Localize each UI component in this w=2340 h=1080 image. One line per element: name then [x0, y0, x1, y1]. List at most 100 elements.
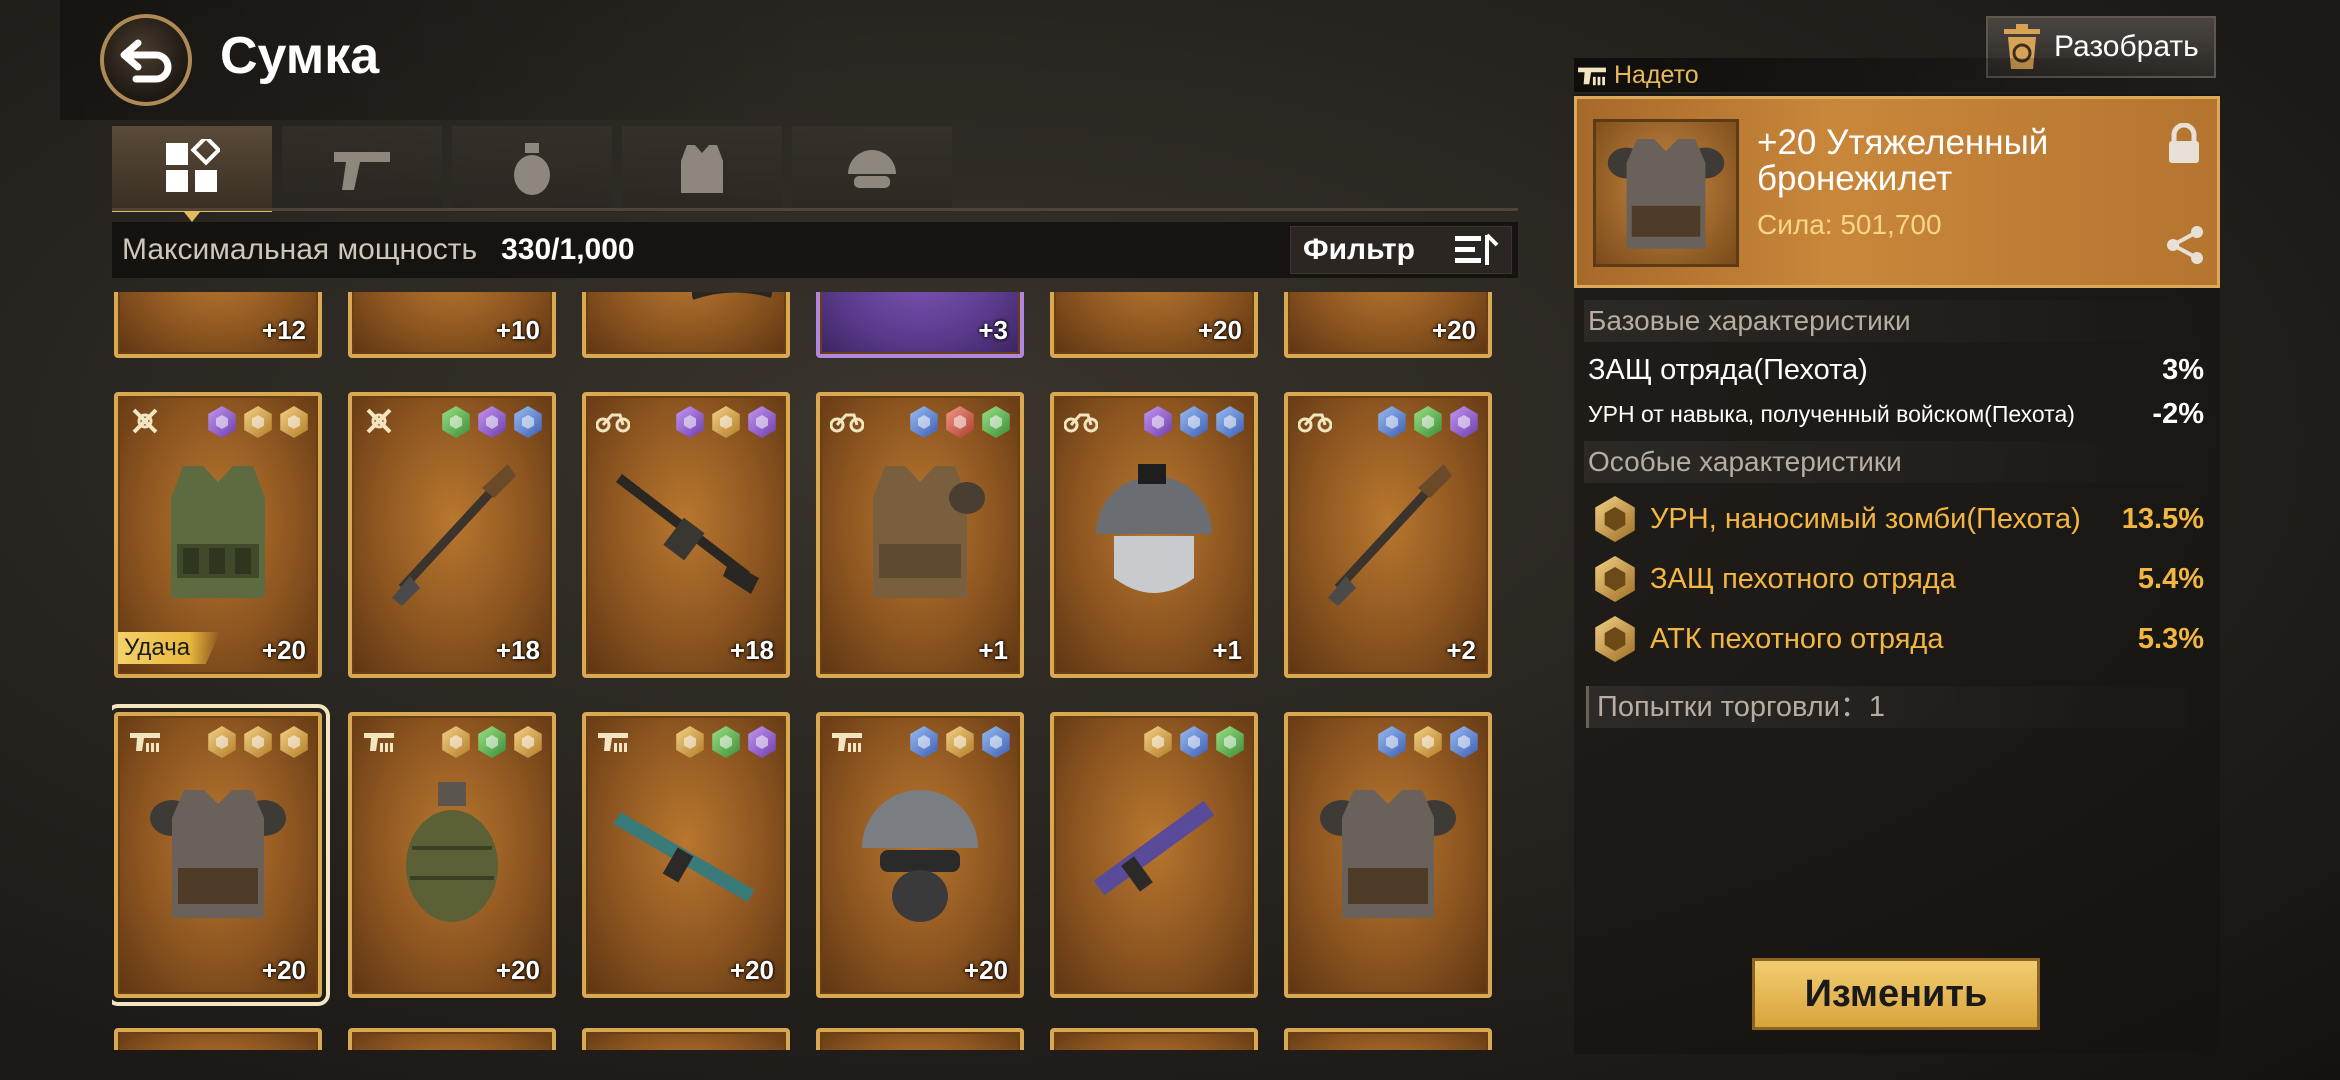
gem-slots [670, 406, 778, 438]
gem-slots [1138, 406, 1246, 438]
gem-icon [748, 406, 776, 438]
gem-icon [1180, 726, 1208, 758]
motorcycle-icon [1298, 406, 1332, 436]
item-level: +18 [495, 635, 540, 665]
rocket-launcher-image [1312, 448, 1464, 618]
gem-icon [1414, 406, 1442, 438]
body-armor-image [142, 768, 294, 938]
equipped-tag: Надето [1574, 58, 2214, 92]
inventory-card[interactable] [582, 292, 790, 358]
gem-slots [904, 406, 1012, 438]
filter-button[interactable]: Фильтр [1290, 226, 1512, 274]
inventory-card-helmet[interactable]: +1 [1050, 392, 1258, 678]
special-stats-heading: Особые характеристики [1584, 441, 2214, 483]
inventory-card[interactable] [816, 1028, 1024, 1050]
item-level: +20 [261, 635, 306, 665]
gem-icon [982, 406, 1010, 438]
filter-label: Фильтр [1303, 233, 1415, 266]
gem-slots [1138, 726, 1246, 758]
item-level: +20 [729, 955, 774, 985]
pistol-icon [334, 152, 390, 190]
inventory-card-assault-rifle[interactable]: +20 [582, 712, 790, 998]
item-level: +20 [1431, 315, 1476, 345]
equipped-label: Надето [1614, 60, 1699, 89]
infantry-icon [830, 726, 864, 756]
stat-name: УРН от навыка, полученный войском(Пехота… [1588, 400, 2075, 427]
inventory-card-body-armor-selected[interactable]: +20 [112, 704, 330, 1006]
gem-icon [442, 726, 470, 758]
stat-name: АТК пехотного отряда [1650, 622, 1944, 655]
gem-icon [1450, 406, 1478, 438]
tab-grenades[interactable] [452, 126, 612, 212]
inventory-card[interactable] [1284, 1028, 1492, 1050]
body-armor-image [844, 448, 996, 618]
heavy-rifle-image [610, 448, 762, 618]
inventory-card[interactable]: +20 [1284, 292, 1492, 358]
tab-weapons[interactable] [282, 126, 442, 212]
rocket-launcher-image [376, 448, 528, 618]
item-level: +20 [963, 955, 1008, 985]
item-level: +18 [729, 635, 774, 665]
gem-slots [670, 726, 778, 758]
lock-icon[interactable] [2165, 122, 2203, 170]
inventory-card-rocket-launcher[interactable]: +18 [348, 392, 556, 678]
trade-attempts: Попытки торговли：1 [1586, 686, 2206, 728]
vest-icon [681, 145, 723, 193]
helmet-image [1078, 448, 1230, 618]
inventory-card[interactable]: +20 [1050, 292, 1258, 358]
stat-name: УРН, наносимый зомби(Пехота) [1650, 502, 2081, 535]
item-level: +10 [495, 315, 540, 345]
stat-value: -2% [2152, 397, 2204, 430]
inventory-card-rocket-launcher[interactable]: +2 [1284, 392, 1492, 678]
gem-slots [436, 406, 544, 438]
special-stat-row: УРН, наносимый зомби(Пехота) 13.5% [1592, 492, 2204, 546]
inventory-card-smg[interactable] [1050, 712, 1258, 998]
gem-slots [202, 726, 310, 758]
inventory-card-heavy-rifle[interactable]: +18 [582, 392, 790, 678]
gem-icon [1144, 726, 1172, 758]
share-icon[interactable] [2163, 224, 2207, 271]
equipped-item-card: +20 Утяжеленный бронежилет Сила: 501,700 [1574, 96, 2220, 288]
gem-icon [442, 406, 470, 438]
motorcycle-icon [1064, 406, 1098, 436]
inventory-card-helmet[interactable]: +20 [816, 712, 1024, 998]
change-button[interactable]: Изменить [1752, 958, 2040, 1030]
tab-all[interactable] [112, 126, 272, 222]
inventory-card[interactable] [348, 1028, 556, 1050]
inventory-card[interactable] [1050, 1028, 1258, 1050]
stat-value: 3% [2162, 353, 2204, 386]
max-power-value: 330/1,000 [501, 233, 635, 266]
tab-helmets[interactable] [792, 126, 952, 212]
inventory-card[interactable]: +10 [348, 292, 556, 358]
inventory-card[interactable]: +12 [114, 292, 322, 358]
inventory-card-body-armor[interactable]: Удача +20 [114, 392, 322, 678]
gem-icon [712, 406, 740, 438]
infantry-icon [596, 726, 630, 756]
gem-icon [1216, 406, 1244, 438]
infantry-icon [1578, 67, 1606, 86]
gem-slots [1372, 726, 1480, 758]
item-level: +3 [978, 315, 1008, 345]
stat-value: 13.5% [2121, 502, 2204, 535]
gem-slots [436, 726, 544, 758]
item-level: +1 [1212, 635, 1242, 665]
base-stat-row: УРН от навыка, полученный войском(Пехота… [1588, 396, 2204, 432]
gem-icon [514, 726, 542, 758]
gem-icon [1378, 406, 1406, 438]
inventory-card-body-armor[interactable]: +1 [816, 392, 1024, 678]
inventory-card[interactable] [114, 1028, 322, 1050]
motorcycle-icon [596, 406, 630, 436]
page-title: Сумка [220, 27, 380, 85]
inventory-card-body-armor[interactable] [1284, 712, 1492, 998]
gem-icon [982, 726, 1010, 758]
back-button[interactable] [100, 14, 192, 106]
tab-armor[interactable] [622, 126, 782, 212]
gem-icon [1180, 406, 1208, 438]
gem-icon [946, 406, 974, 438]
gem-icon [514, 406, 542, 438]
gem-icon [748, 726, 776, 758]
inventory-card[interactable] [582, 1028, 790, 1050]
stat-value: 5.3% [2137, 622, 2204, 655]
inventory-card-grenade[interactable]: +20 [348, 712, 556, 998]
inventory-card[interactable]: +3 [816, 292, 1024, 358]
